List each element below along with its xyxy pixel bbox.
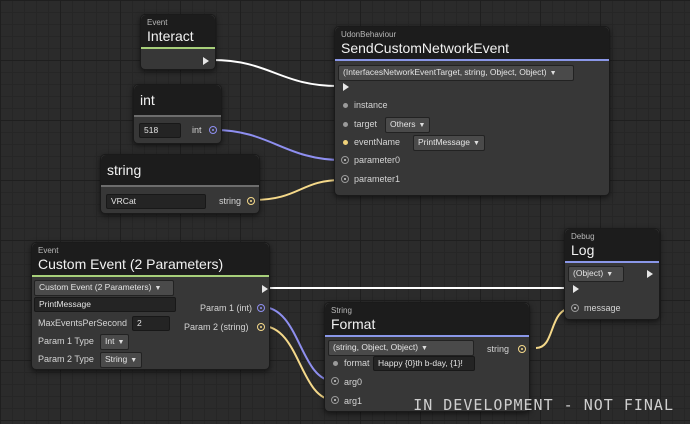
chevron-down-icon: ▼ [117,339,125,346]
development-watermark: IN DEVELOPMENT - NOT FINAL [413,396,674,414]
exec-wire-interact-to-send [211,59,339,87]
param1-type-value: Int [105,336,115,346]
node-title: int [140,92,155,108]
log-node-header: Debug Log [565,229,659,263]
target-dropdown[interactable]: Others ▼ [385,117,431,133]
format-port[interactable] [333,361,338,366]
exec-in-arrow-icon[interactable] [573,285,579,293]
event-name-field[interactable]: PrintMessage [34,297,176,312]
parameter1-port[interactable] [341,175,349,183]
interact-event-node[interactable]: Event Interact [140,14,216,70]
custom-event-node[interactable]: Event Custom Event (2 Parameters) Custom… [31,242,270,370]
node-category: Event [38,246,59,255]
string-node-header: string [101,155,259,187]
param1-type-dropdown[interactable]: Int ▼ [100,334,130,350]
target-label: target [354,119,378,129]
int-output-port[interactable] [209,126,217,134]
event-name-dropdown-value: PrintMessage [418,137,470,147]
param1-type-label: Param 1 Type [38,336,94,346]
param2-output-port[interactable] [257,323,265,331]
node-title: Custom Event (2 Parameters) [38,256,224,272]
send-custom-network-event-node[interactable]: UdonBehaviour SendCustomNetworkEvent (In… [334,26,610,196]
format-node-header: String Format [325,303,529,337]
string-output-port[interactable] [247,197,255,205]
format-overload-dropdown[interactable]: (string, Object, Object) ▼ [328,340,474,356]
string-value-field[interactable]: VRCat [106,194,206,209]
exec-out-arrow-icon[interactable] [262,285,268,293]
graph-canvas[interactable]: Event Interact int 518 int string VRCat … [0,0,690,424]
arg0-port[interactable] [331,377,339,385]
string-constant-node[interactable]: string VRCat string [100,154,260,214]
node-title: string [107,162,142,178]
node-title: Format [331,316,376,332]
event-name-port[interactable] [343,140,348,145]
chevron-down-icon: ▼ [606,271,614,278]
debug-log-node[interactable]: Debug Log (Object) ▼ message [564,228,660,320]
exec-out-arrow-icon[interactable] [203,57,209,65]
overload-dropdown[interactable]: (InterfacesNetworkEventTarget, string, O… [338,65,574,81]
node-title: Interact [147,28,194,44]
send-node-header: UdonBehaviour SendCustomNetworkEvent [335,27,609,61]
event-name-label: eventName [354,137,401,147]
custom-event-overload-dropdown[interactable]: Custom Event (2 Parameters) ▼ [34,280,174,296]
overload-dropdown-value: (InterfacesNetworkEventTarget, string, O… [343,67,547,77]
int-value-field[interactable]: 518 [139,123,181,138]
format-label: format [344,358,370,368]
parameter0-port[interactable] [341,156,349,164]
format-output-port[interactable] [518,345,526,353]
max-events-field[interactable]: 2 [132,316,170,331]
param1-output-port[interactable] [257,304,265,312]
param2-type-label: Param 2 Type [38,354,94,364]
chevron-down-icon: ▼ [421,345,428,352]
target-port[interactable] [343,122,348,127]
exec-in-arrow-icon[interactable] [343,83,349,91]
int-constant-node[interactable]: int 518 int [133,84,222,144]
instance-port[interactable] [343,103,348,108]
chevron-down-icon: ▼ [154,285,162,292]
arg0-label: arg0 [344,377,363,387]
string-output-label: string [219,196,242,206]
int-node-header: int [134,85,221,117]
node-category: Debug [571,232,595,241]
node-category: Event [147,18,168,27]
node-category: String [331,306,352,315]
exec-out-arrow-icon[interactable] [647,270,653,278]
node-category: UdonBehaviour [341,30,397,39]
message-label: message [584,303,621,313]
event-name-dropdown[interactable]: PrintMessage ▼ [413,135,485,151]
chevron-down-icon: ▼ [418,122,426,129]
node-title: Log [571,242,595,258]
int-output-label: int [192,125,202,135]
param2-type-value: String [105,354,128,364]
log-overload-dropdown[interactable]: (Object) ▼ [568,266,624,282]
node-title: SendCustomNetworkEvent [341,40,510,56]
parameter0-label: parameter0 [354,155,401,165]
target-dropdown-value: Others [390,119,416,129]
arg1-label: arg1 [344,396,363,406]
instance-label: instance [354,100,388,110]
chevron-down-icon: ▼ [472,140,480,147]
format-output-label: string [487,344,510,354]
custom-event-overload-value: Custom Event (2 Parameters) [39,282,152,292]
param1-output-label: Param 1 (int) [200,303,253,313]
arg1-port[interactable] [331,396,339,404]
interact-node-header: Event Interact [141,15,215,49]
custom-event-node-header: Event Custom Event (2 Parameters) [32,243,269,277]
format-overload-value: (string, Object, Object) [333,342,419,352]
max-events-label: MaxEventsPerSecond [38,318,128,328]
param2-type-dropdown[interactable]: String ▼ [100,352,143,368]
format-string-field[interactable]: Happy {0}th b-day, {1}! [373,356,475,371]
param2-output-label: Param 2 (string) [184,322,249,332]
chevron-down-icon: ▼ [130,357,138,364]
log-overload-value: (Object) [573,268,604,278]
message-port[interactable] [571,304,579,312]
string-wire-to-parameter1 [251,179,343,201]
parameter1-label: parameter1 [354,174,401,184]
chevron-down-icon: ▼ [549,70,557,77]
